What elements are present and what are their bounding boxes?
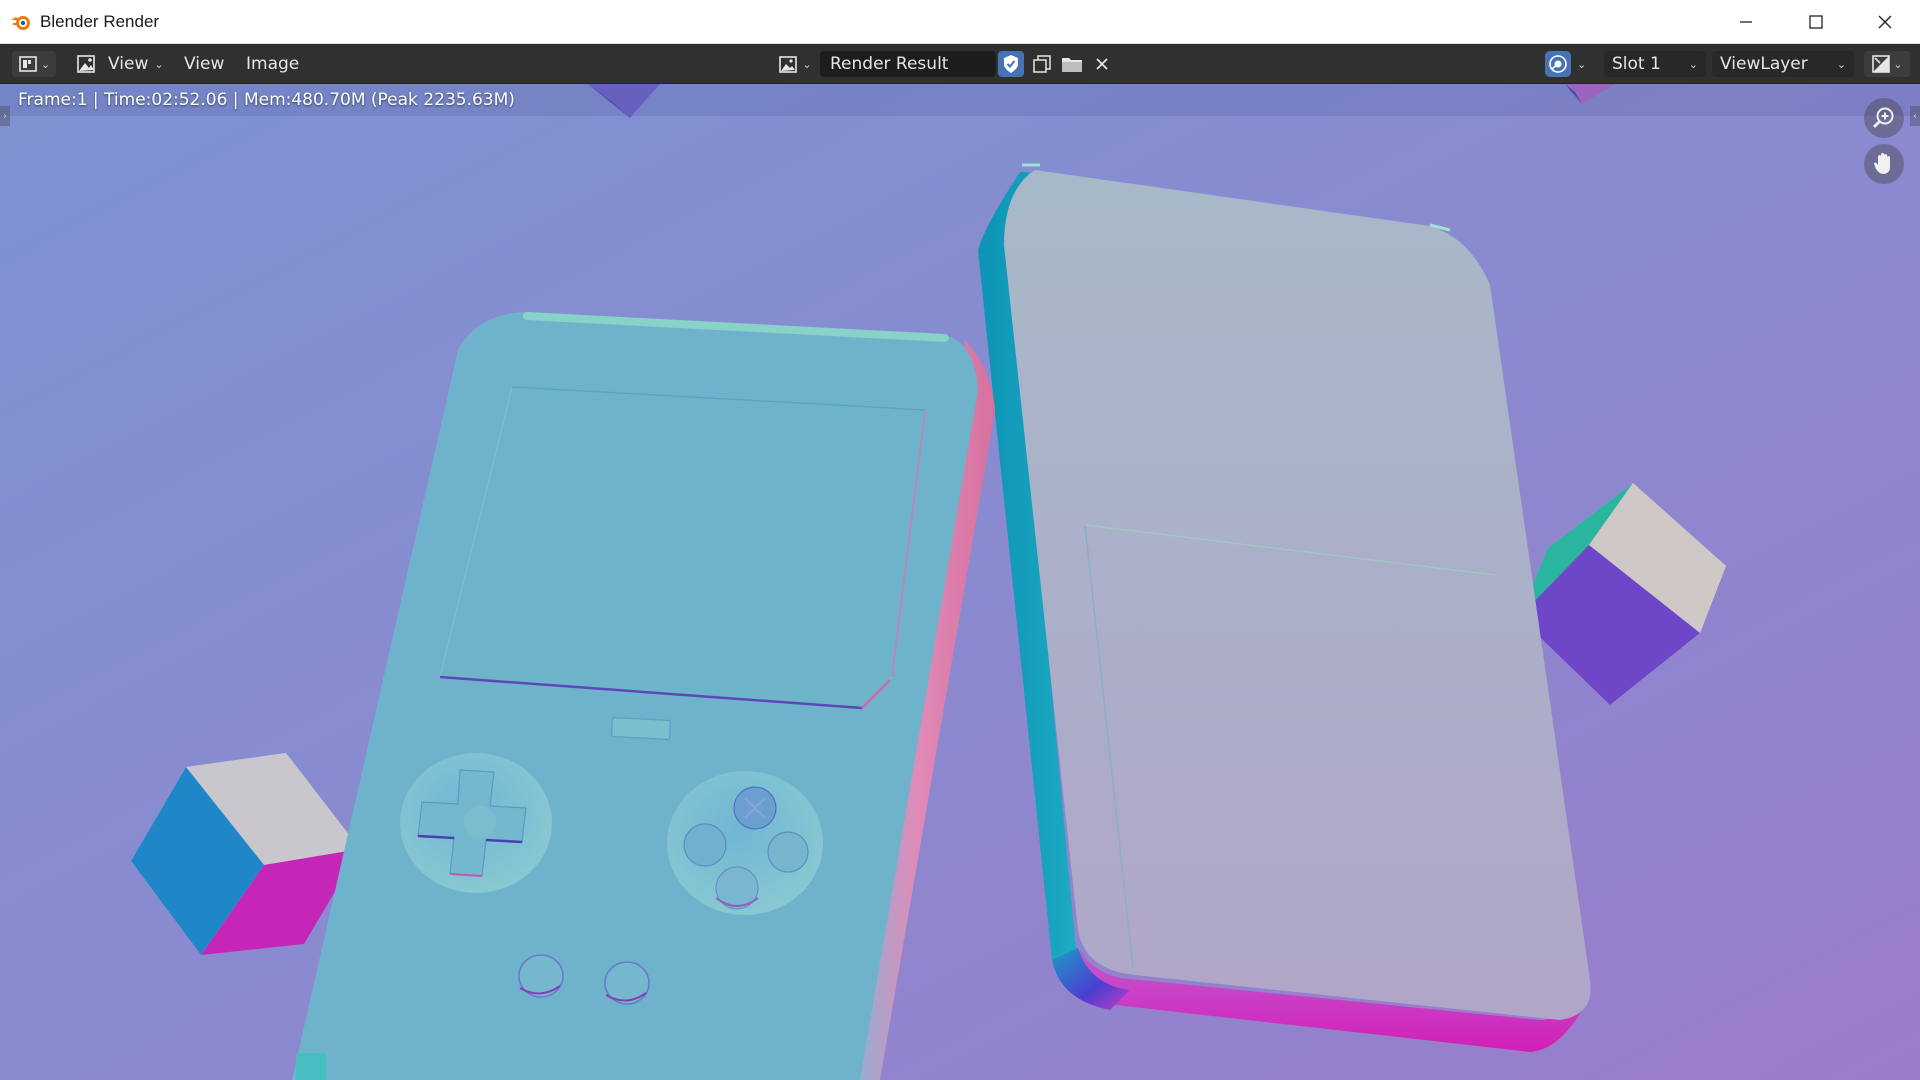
chevron-down-icon: ⌄: [40, 57, 51, 71]
close-icon: [1096, 58, 1108, 70]
image-browse-button[interactable]: ⌄: [774, 51, 816, 77]
window-title: Blender Render: [40, 12, 160, 31]
display-channels-dropdown[interactable]: ⌄: [1864, 51, 1910, 77]
render-stats: Frame:1 | Time:02:52.06 | Mem:480.70M (P…: [18, 90, 515, 110]
sidebar-region-toggle[interactable]: ‹: [1910, 106, 1920, 126]
duplicate-icon: [1033, 55, 1051, 73]
pan-button[interactable]: [1864, 144, 1904, 184]
zoom-button[interactable]: [1864, 98, 1904, 138]
gizmo-button[interactable]: [1545, 51, 1571, 77]
unlink-image-button[interactable]: [1088, 51, 1116, 77]
render-slot-dropdown[interactable]: Slot 1 ⌄: [1604, 51, 1706, 77]
toolbar-region-toggle[interactable]: ›: [0, 106, 10, 126]
slot-label: Slot 1: [1612, 54, 1661, 74]
menu-view[interactable]: View: [178, 51, 230, 77]
view-mode-icon: [77, 55, 95, 73]
editor-type-button[interactable]: ⌄: [12, 51, 56, 77]
folder-icon: [1062, 58, 1082, 72]
gizmo-toggle[interactable]: ⌄: [1545, 51, 1597, 77]
chevron-down-icon: ⌄: [1688, 57, 1698, 71]
duplicate-image-button[interactable]: [1028, 51, 1056, 77]
chevron-down-icon: ⌄: [1577, 57, 1587, 71]
minimize-button[interactable]: [1711, 0, 1781, 44]
view-mode-label: View: [108, 54, 149, 74]
image-editor-header: ⌄ View ⌄ View Image ⌄ Render Result ⌄ Sl…: [0, 44, 1920, 84]
chevron-down-icon: ⌄: [154, 57, 164, 71]
blender-logo-icon: [11, 16, 30, 30]
display-channels-icon: [1872, 55, 1891, 73]
image-browse-icon: [779, 56, 798, 73]
chevron-down-icon: ⌄: [802, 57, 812, 71]
view-mode-dropdown[interactable]: View ⌄: [70, 51, 170, 77]
gizmo-icon: [1549, 55, 1567, 73]
maximize-icon: [1809, 15, 1823, 29]
render-viewport[interactable]: [0, 84, 1920, 1080]
open-image-button[interactable]: [1058, 51, 1086, 77]
chevron-down-icon: ⌄: [1893, 57, 1903, 71]
view-layer-dropdown[interactable]: ViewLayer ⌄: [1712, 51, 1854, 77]
shield-icon: [1004, 55, 1018, 73]
maximize-button[interactable]: [1781, 0, 1851, 44]
image-name-field[interactable]: Render Result: [820, 51, 996, 77]
hand-icon: [1874, 153, 1890, 174]
zoom-icon: [1873, 107, 1894, 128]
menu-image[interactable]: Image: [240, 51, 305, 77]
fake-user-toggle[interactable]: [998, 51, 1024, 77]
image-editor-icon: [19, 56, 37, 72]
window-titlebar: Blender Render: [0, 0, 1920, 44]
close-icon: [1878, 15, 1892, 29]
minimize-icon: [1740, 21, 1752, 23]
view-layer-label: ViewLayer: [1720, 54, 1808, 74]
render-image: [0, 84, 1920, 1080]
render-stats-bar: Frame:1 | Time:02:52.06 | Mem:480.70M (P…: [0, 84, 1920, 116]
chevron-down-icon: ⌄: [1836, 57, 1846, 71]
close-button[interactable]: [1850, 0, 1920, 44]
